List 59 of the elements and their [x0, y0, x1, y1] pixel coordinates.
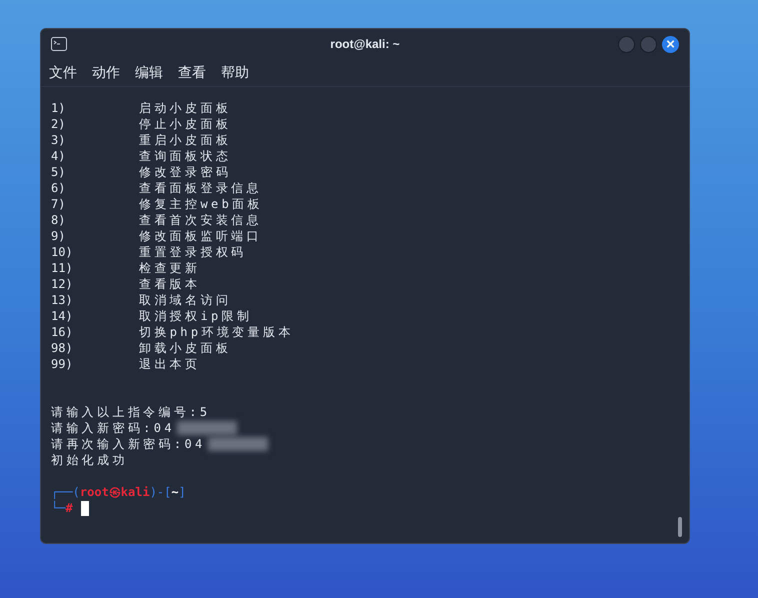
- option-number: 1): [51, 100, 66, 116]
- window-title: root@kali: ~: [330, 36, 400, 53]
- prompt-user-host: root㉿kali: [80, 484, 150, 500]
- option-label: 查看面板登录信息: [139, 180, 262, 196]
- option-label: 退出本页: [139, 356, 200, 372]
- option-number: 7): [51, 196, 66, 212]
- maximize-button[interactable]: [640, 36, 657, 52]
- menu-item[interactable]: 查看: [178, 62, 206, 83]
- option-number: 14): [51, 308, 74, 324]
- menu-item[interactable]: 动作: [92, 62, 120, 83]
- prompt-bracket: ┌──(: [51, 484, 80, 500]
- redaction-blur: [208, 437, 268, 451]
- option-number: 6): [51, 180, 66, 196]
- option-number: 10): [51, 244, 74, 260]
- option-label: 卸载小皮面板: [139, 340, 232, 356]
- option-label: 切换php环境变量版本: [139, 324, 294, 340]
- option-number: 99): [51, 356, 74, 372]
- option-number: 9): [51, 228, 66, 244]
- menu-item[interactable]: 编辑: [135, 62, 163, 83]
- menu-item[interactable]: 文件: [49, 62, 77, 83]
- option-label: 取消域名访问: [139, 292, 232, 308]
- option-label: 查询面板状态: [139, 148, 232, 164]
- option-number: 16): [51, 324, 74, 340]
- close-button[interactable]: ×: [662, 36, 679, 52]
- prompt-symbol: #: [65, 501, 73, 516]
- option-number: 12): [51, 276, 74, 292]
- option-label: 启动小皮面板: [139, 100, 232, 116]
- option-number: 2): [51, 116, 66, 132]
- option-number: 11): [51, 260, 74, 276]
- output-line: 初始化成功: [51, 452, 128, 468]
- option-number: 3): [51, 132, 66, 148]
- option-label: 查看首次安装信息: [139, 212, 262, 228]
- option-number: 13): [51, 292, 74, 308]
- redaction-blur: [176, 421, 237, 435]
- option-number: 4): [51, 148, 66, 164]
- prompt-directory: ~: [171, 484, 179, 500]
- option-label: 取消授权ip限制: [139, 308, 252, 324]
- prompt-corner: └─: [51, 500, 66, 516]
- output-line: 请输入新密码:04: [51, 420, 175, 436]
- scrollbar-thumb[interactable]: [678, 517, 682, 537]
- option-number: 8): [51, 212, 66, 228]
- prompt-bracket: )-[: [150, 484, 172, 500]
- terminal-icon: [51, 37, 67, 51]
- option-label: 修改登录密码: [139, 164, 232, 180]
- option-label: 检查更新: [139, 260, 200, 276]
- menu-item[interactable]: 帮助: [221, 62, 249, 83]
- output-line: 请输入以上指令编号:5: [51, 404, 210, 420]
- prompt-bracket: ]: [178, 484, 186, 500]
- option-label: 修复主控web面板: [139, 196, 263, 212]
- option-label: 修改面板监听端口: [139, 228, 262, 244]
- option-label: 停止小皮面板: [139, 116, 232, 132]
- option-label: 查看版本: [139, 276, 200, 292]
- option-label: 重启小皮面板: [139, 132, 232, 148]
- text-cursor: [80, 500, 89, 516]
- option-number: 98): [51, 340, 74, 356]
- output-line: 请再次输入新密码:04: [51, 436, 206, 452]
- minimize-button[interactable]: [618, 36, 635, 52]
- option-number: 5): [51, 164, 66, 180]
- option-label: 重置登录授权码: [139, 244, 247, 260]
